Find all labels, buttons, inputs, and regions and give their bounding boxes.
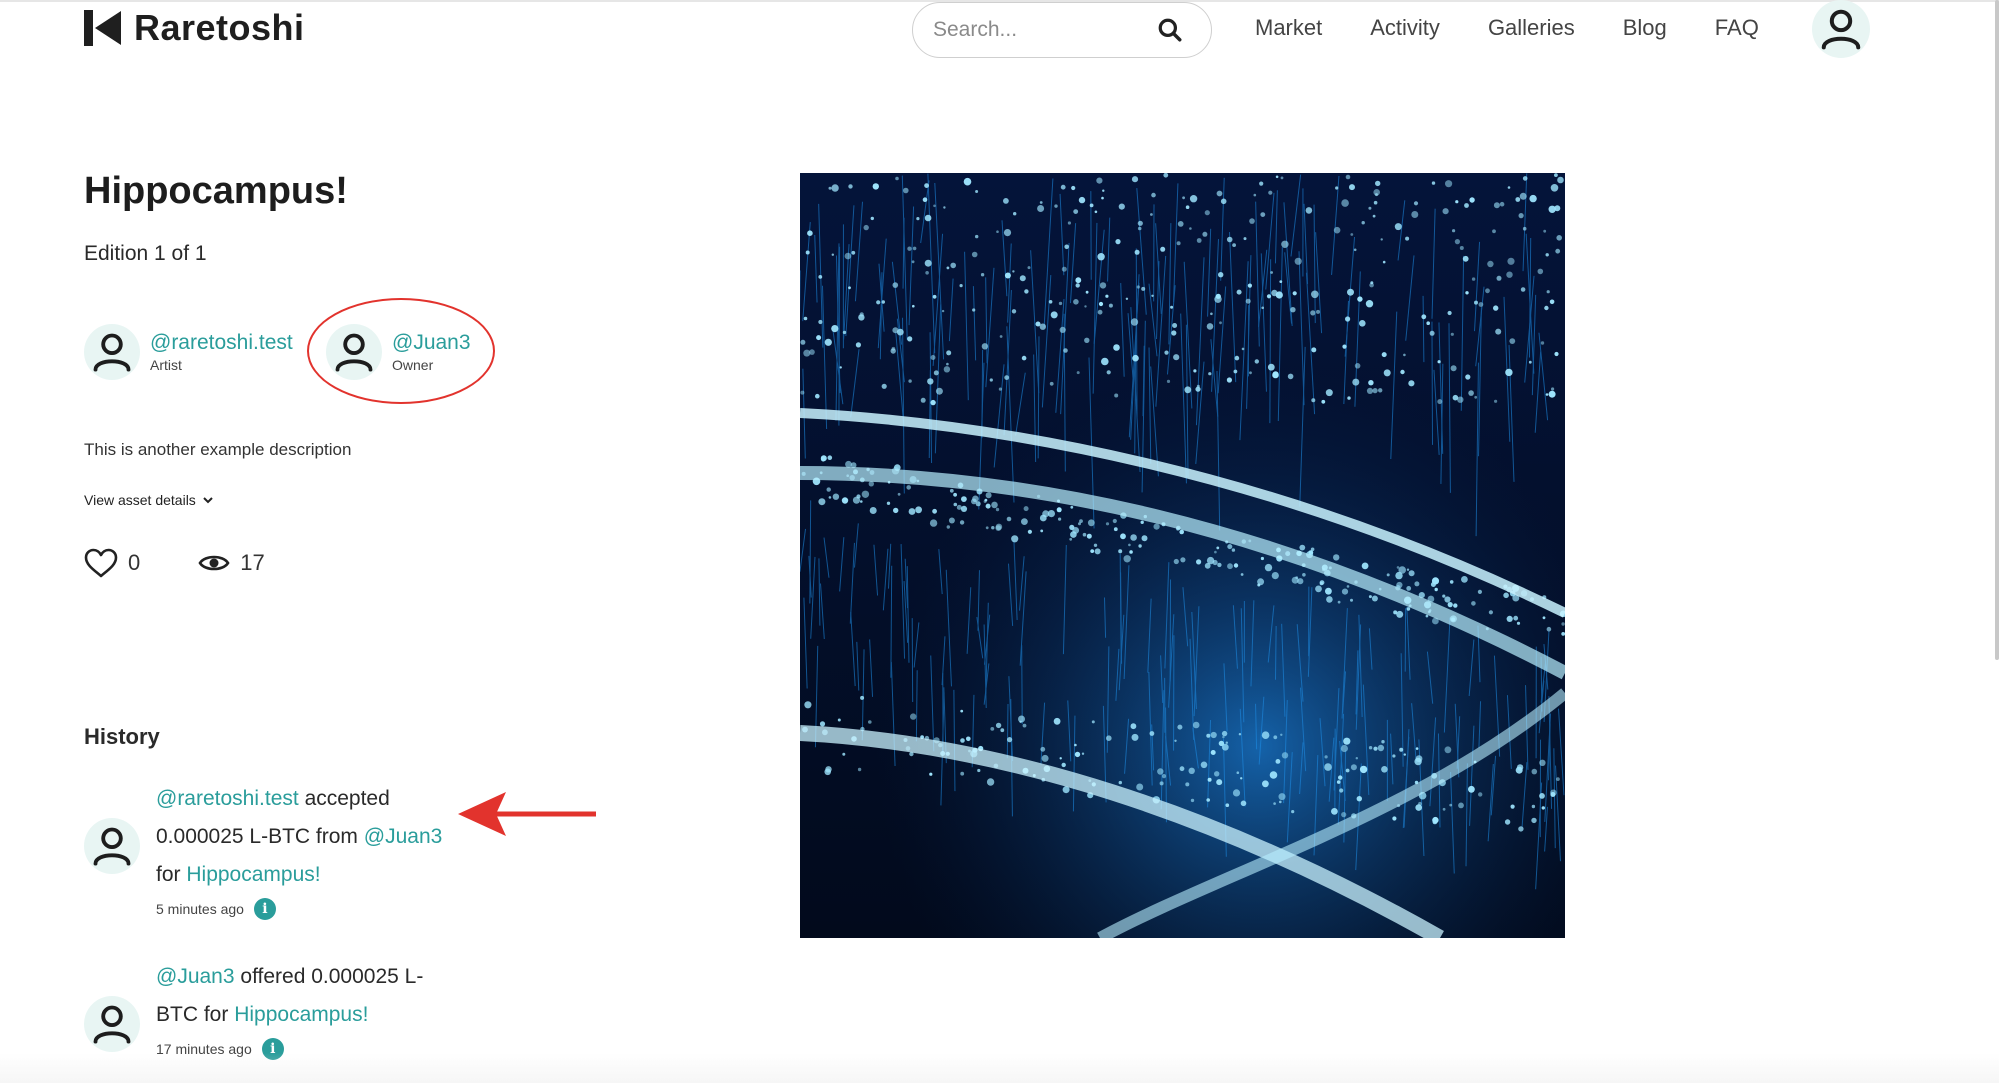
history-asset-link[interactable]: Hippocampus! — [234, 1003, 368, 1026]
user-icon — [93, 827, 131, 866]
page-scrollbar[interactable] — [1995, 0, 1999, 660]
history-text: @Juan3 offered 0.000025 L-BTC for Hippoc… — [156, 958, 456, 1034]
history-item: @Juan3 offered 0.000025 L-BTC for Hippoc… — [84, 958, 456, 1060]
nav-faq[interactable]: FAQ — [1715, 12, 1759, 44]
history-action: accepted — [304, 787, 390, 810]
history-actor-link[interactable]: @raretoshi.test — [156, 787, 299, 810]
history-avatar[interactable] — [84, 818, 140, 874]
like-button[interactable]: 0 — [84, 548, 140, 578]
artist-avatar[interactable] — [84, 324, 140, 380]
red-arrow-annotation — [458, 792, 596, 836]
history-heading: History — [84, 724, 160, 749]
owner-highlight-annotation — [307, 298, 495, 404]
history-text: @raretoshi.test accepted 0.000025 L-BTC … — [156, 780, 456, 894]
chevron-down-icon — [203, 497, 213, 504]
hippocampus-artwork — [800, 173, 1565, 938]
view-asset-details-toggle[interactable]: View asset details — [84, 492, 214, 508]
search-box[interactable] — [912, 2, 1212, 58]
search-icon[interactable] — [1157, 17, 1183, 43]
view-details-label: View asset details — [84, 492, 196, 508]
user-icon — [93, 1005, 131, 1044]
search-input[interactable] — [933, 18, 1143, 42]
user-icon — [1821, 9, 1861, 50]
brand-name: Raretoshi — [134, 7, 305, 48]
view-count-stat: 17 — [198, 550, 265, 576]
info-icon[interactable]: i — [253, 898, 276, 920]
history-timestamp: 5 minutes ago — [156, 901, 244, 917]
history-for-word: for — [156, 863, 181, 886]
history-amount: 0.000025 L-BTC from — [156, 825, 358, 848]
brand-logo[interactable]: Raretoshi — [84, 6, 305, 50]
main-nav: Market Activity Galleries Blog FAQ — [1255, 12, 1759, 44]
artwork-image[interactable] — [800, 173, 1565, 938]
raretoshi-logo-icon — [84, 10, 121, 46]
like-count: 0 — [128, 550, 141, 575]
history-for-word: for — [203, 1003, 229, 1026]
asset-title: Hippocampus! — [84, 170, 348, 212]
heart-icon — [84, 548, 118, 578]
asset-description: This is another example description — [84, 440, 352, 459]
history-asset-link[interactable]: Hippocampus! — [186, 863, 320, 886]
history-actor-link[interactable]: @Juan3 — [156, 965, 235, 988]
artist-card[interactable]: @raretoshi.test Artist — [84, 324, 293, 380]
nav-blog[interactable]: Blog — [1623, 12, 1667, 44]
view-count: 17 — [240, 550, 265, 575]
history-counterparty-link[interactable]: @Juan3 — [364, 825, 443, 848]
eye-icon — [198, 555, 230, 571]
nav-galleries[interactable]: Galleries — [1488, 12, 1575, 44]
artist-role-label: Artist — [150, 357, 182, 373]
user-menu-avatar[interactable] — [1812, 0, 1870, 58]
artist-handle-link[interactable]: @raretoshi.test — [150, 330, 293, 356]
asset-stats: 0 17 — [84, 548, 265, 578]
nav-activity[interactable]: Activity — [1370, 12, 1440, 44]
history-avatar[interactable] — [84, 996, 140, 1052]
user-icon — [93, 333, 131, 372]
nav-market[interactable]: Market — [1255, 12, 1322, 44]
edition-label: Edition 1 of 1 — [84, 242, 207, 265]
history-item: @raretoshi.test accepted 0.000025 L-BTC … — [84, 780, 456, 920]
bottom-fade — [0, 1053, 1999, 1083]
